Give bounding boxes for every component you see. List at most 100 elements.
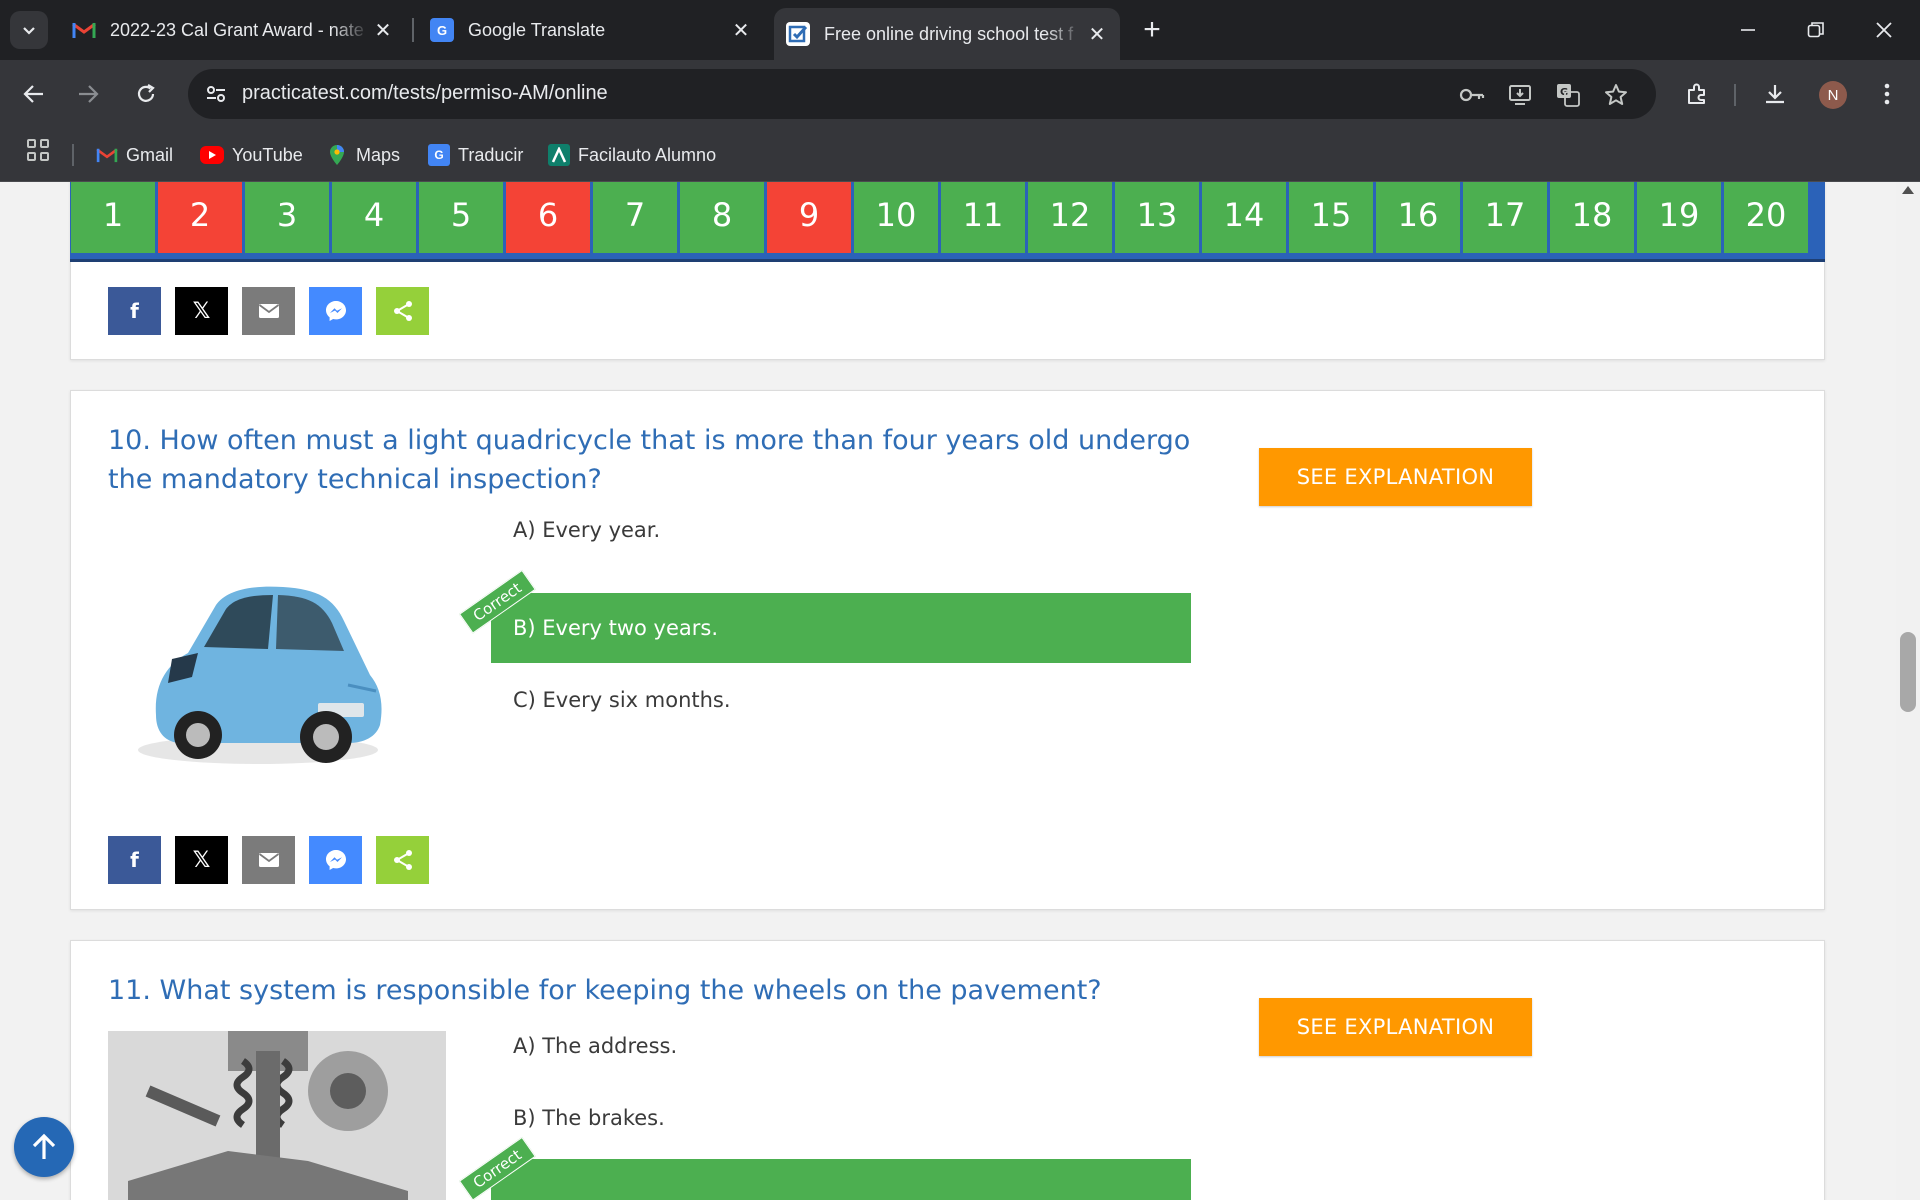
- question-number-10[interactable]: 10: [854, 182, 938, 253]
- tab-practicatest[interactable]: Free online driving school test f ✕: [774, 8, 1120, 60]
- reload-icon: [137, 84, 155, 102]
- translate-page-icon[interactable]: G: [1554, 81, 1582, 109]
- address-bar[interactable]: practicatest.com/tests/permiso-AM/online…: [188, 69, 1656, 119]
- bookmark-gmail[interactable]: Gmail: [96, 140, 173, 170]
- forward-button[interactable]: [68, 74, 108, 114]
- share-button[interactable]: [376, 287, 429, 335]
- answer-option-c[interactable]: C) Every six months.: [491, 665, 1191, 735]
- youtube-icon: [200, 146, 224, 164]
- arrow-up-icon: [32, 1133, 56, 1159]
- minimize-button[interactable]: [1718, 6, 1778, 54]
- facebook-share-button[interactable]: f: [108, 836, 161, 884]
- scroll-up-arrow-icon[interactable]: [1902, 186, 1914, 194]
- extensions-icon[interactable]: [1680, 77, 1714, 111]
- close-icon[interactable]: ✕: [728, 17, 754, 43]
- scroll-to-top-button[interactable]: [14, 1117, 74, 1177]
- suspension-image: [108, 1031, 446, 1200]
- bookmark-maps[interactable]: Maps: [326, 140, 400, 170]
- question-card-11: 11. What system is responsible for keepi…: [70, 940, 1825, 1200]
- question-number-20[interactable]: 20: [1724, 182, 1808, 253]
- tab-google-translate[interactable]: G Google Translate ✕: [418, 10, 764, 50]
- tab-gmail[interactable]: 2022-23 Cal Grant Award - nate ✕: [60, 10, 406, 50]
- email-share-button[interactable]: [242, 836, 295, 884]
- x-icon: 𝕏: [192, 847, 211, 872]
- apps-grid-icon[interactable]: [24, 136, 52, 164]
- close-window-button[interactable]: [1854, 6, 1914, 54]
- messenger-share-button[interactable]: [309, 287, 362, 335]
- question-number-4[interactable]: 4: [332, 182, 416, 253]
- question-number-16[interactable]: 16: [1376, 182, 1460, 253]
- messenger-share-button[interactable]: [309, 836, 362, 884]
- bookmark-youtube[interactable]: YouTube: [200, 140, 303, 170]
- question-number-17[interactable]: 17: [1463, 182, 1547, 253]
- share-button[interactable]: [376, 836, 429, 884]
- reload-button[interactable]: [126, 74, 166, 114]
- answer-option-b[interactable]: B) The brakes.: [491, 1083, 1191, 1153]
- question-number-8[interactable]: 8: [680, 182, 764, 253]
- bookmark-facilauto[interactable]: Facilauto Alumno: [548, 140, 716, 170]
- question-number-1[interactable]: 1: [71, 182, 155, 253]
- restore-icon: [1807, 22, 1824, 38]
- facilauto-icon: [548, 144, 570, 166]
- see-explanation-button[interactable]: SEE EXPLANATION: [1259, 448, 1532, 506]
- question-number-19[interactable]: 19: [1637, 182, 1721, 253]
- x-icon: 𝕏: [192, 298, 211, 323]
- question-number-2[interactable]: 2: [158, 182, 242, 253]
- vertical-scrollbar[interactable]: [1896, 182, 1920, 1200]
- tab-search-button[interactable]: [10, 11, 48, 49]
- answer-option-c-correct[interactable]: [491, 1159, 1191, 1200]
- email-share-button[interactable]: [242, 287, 295, 335]
- messenger-icon: [325, 850, 346, 870]
- profile-avatar[interactable]: N: [1819, 81, 1847, 109]
- close-icon[interactable]: ✕: [370, 17, 396, 43]
- scrollbar-thumb[interactable]: [1900, 632, 1916, 712]
- question-number-13[interactable]: 13: [1115, 182, 1199, 253]
- close-icon: [1876, 22, 1892, 38]
- new-tab-button[interactable]: +: [1133, 11, 1171, 49]
- install-app-icon[interactable]: [1506, 81, 1534, 109]
- practicatest-icon: [786, 22, 810, 46]
- gmail-icon: [72, 18, 96, 42]
- question-title: 10. How often must a light quadricycle t…: [108, 425, 1191, 495]
- facebook-share-button[interactable]: f: [108, 287, 161, 335]
- messenger-icon: [325, 301, 346, 321]
- bookmarks-divider: [72, 144, 74, 166]
- tab-title: 2022-23 Cal Grant Award - nate: [110, 19, 364, 40]
- arrow-left-icon: [23, 85, 43, 103]
- see-explanation-button[interactable]: SEE EXPLANATION: [1259, 998, 1532, 1056]
- bookmark-star-icon[interactable]: [1602, 81, 1630, 109]
- minimize-icon: [1741, 29, 1755, 31]
- question-number-5[interactable]: 5: [419, 182, 503, 253]
- site-info-icon[interactable]: [198, 76, 234, 112]
- answer-option-a[interactable]: A) Every year.: [491, 495, 1191, 565]
- answer-option-b-correct[interactable]: B) Every two years.: [491, 593, 1191, 663]
- question-number-7[interactable]: 7: [593, 182, 677, 253]
- url-text[interactable]: practicatest.com/tests/permiso-AM/online: [242, 82, 608, 105]
- share-buttons: f 𝕏: [108, 836, 429, 884]
- downloads-icon[interactable]: [1758, 77, 1792, 111]
- question-number-12[interactable]: 12: [1028, 182, 1112, 253]
- chevron-down-icon: [23, 27, 35, 35]
- question-number-3[interactable]: 3: [245, 182, 329, 253]
- question-number-9[interactable]: 9: [767, 182, 851, 253]
- quadricycle-image: [108, 525, 408, 825]
- question-number-18[interactable]: 18: [1550, 182, 1634, 253]
- x-share-button[interactable]: 𝕏: [175, 836, 228, 884]
- answer-option-a[interactable]: A) The address.: [491, 1011, 1191, 1081]
- share-icon: [393, 301, 412, 321]
- back-button[interactable]: [14, 74, 54, 114]
- x-share-button[interactable]: 𝕏: [175, 287, 228, 335]
- question-number-11[interactable]: 11: [941, 182, 1025, 253]
- more-menu-icon[interactable]: [1870, 77, 1904, 111]
- key-icon[interactable]: [1458, 81, 1486, 109]
- bookmarks-bar: Gmail YouTube Maps G Traducir Facilauto …: [0, 128, 1920, 182]
- browser-toolbar: practicatest.com/tests/permiso-AM/online…: [0, 60, 1920, 128]
- question-number-14[interactable]: 14: [1202, 182, 1286, 253]
- bookmark-traducir[interactable]: G Traducir: [428, 140, 523, 170]
- question-number-15[interactable]: 15: [1289, 182, 1373, 253]
- arrow-right-icon: [79, 85, 99, 103]
- close-icon[interactable]: ✕: [1084, 21, 1110, 47]
- question-number-6[interactable]: 6: [506, 182, 590, 253]
- restore-button[interactable]: [1786, 6, 1846, 54]
- share-icon: [393, 850, 412, 870]
